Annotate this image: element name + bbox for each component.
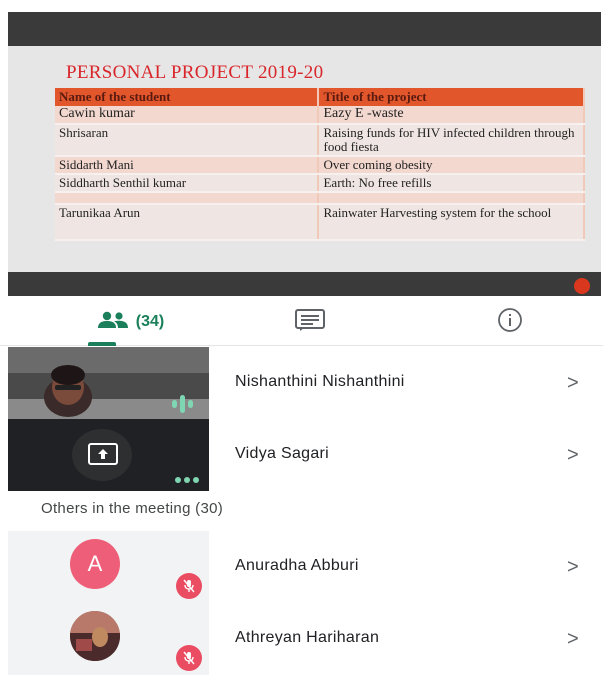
table-row: Tarunikaa Arun Rainwater Harvesting syst…: [55, 204, 585, 241]
table-cell: Rainwater Harvesting system for the scho…: [318, 204, 585, 241]
chevron-right-icon[interactable]: >: [567, 371, 583, 395]
participant-video-tile: [8, 347, 209, 419]
participant-tile: A: [8, 531, 209, 603]
avatar: A: [70, 539, 120, 589]
participant-name: Nishanthini Nishanthini: [235, 373, 405, 390]
tab-people[interactable]: (34): [60, 298, 200, 346]
participant-name: Athreyan Hariharan: [235, 629, 380, 646]
table-cell: Eazy E -waste: [318, 106, 585, 125]
table-cell: [318, 192, 585, 205]
participant-name: Vidya Sagari: [235, 445, 330, 462]
table-row: Siddarth Mani Over coming obesity: [55, 156, 585, 175]
project-table: Name of the student Title of the project…: [55, 88, 585, 241]
table-cell: [55, 192, 320, 205]
chevron-right-icon[interactable]: >: [567, 627, 583, 651]
chat-icon: [294, 308, 326, 337]
tab-bar: (34): [0, 298, 603, 346]
tab-info[interactable]: [470, 298, 550, 346]
table-cell: Cawin kumar: [55, 106, 320, 125]
participant-row[interactable]: Athreyan Hariharan >: [0, 603, 603, 675]
mic-off-icon: [176, 645, 202, 671]
slide: PERSONAL PROJECT 2019-20 Name of the stu…: [8, 46, 601, 294]
table-row: Siddharth Senthil kumar Earth: No free r…: [55, 174, 585, 193]
table-cell: Earth: No free refills: [318, 174, 585, 193]
slide-logo-icon: [574, 278, 590, 294]
participant-presenting-tile: [8, 419, 209, 491]
present-screen-icon: [88, 443, 118, 470]
tab-chat[interactable]: [270, 298, 350, 346]
speaking-indicator-icon: [170, 394, 196, 419]
participant-row[interactable]: A Anuradha Abburi >: [0, 531, 603, 603]
table-cell: Siddharth Senthil kumar: [55, 174, 320, 193]
mic-off-icon: [176, 573, 202, 599]
participant-name: Anuradha Abburi: [235, 557, 359, 574]
presentation-view[interactable]: PERSONAL PROJECT 2019-20 Name of the stu…: [8, 12, 601, 296]
active-tab-indicator: [88, 342, 116, 346]
info-icon: [497, 307, 523, 338]
people-icon: [96, 311, 130, 334]
table-header-title: Title of the project: [318, 88, 585, 106]
table-cell: Raising funds for HIV infected children …: [318, 124, 585, 157]
chevron-right-icon[interactable]: >: [567, 443, 583, 467]
chevron-right-icon[interactable]: >: [567, 555, 583, 579]
people-count: (34): [135, 313, 165, 330]
table-cell: Shrisaran: [55, 124, 320, 157]
table-header-name: Name of the student: [55, 88, 320, 106]
avatar: [70, 611, 120, 661]
table-cell: Siddarth Mani: [55, 156, 320, 175]
table-row: Shrisaran Raising funds for HIV infected…: [55, 124, 585, 157]
slide-title: PERSONAL PROJECT 2019-20: [66, 62, 324, 83]
table-cell: Tarunikaa Arun: [55, 204, 320, 241]
others-section-label: Others in the meeting (30): [41, 500, 224, 517]
participant-row[interactable]: Vidya Sagari >: [0, 419, 603, 491]
participant-tile: [8, 603, 209, 675]
participant-row[interactable]: Nishanthini Nishanthini >: [0, 347, 603, 419]
table-cell: Over coming obesity: [318, 156, 585, 175]
table-row: [55, 192, 585, 205]
table-row: Cawin kumar Eazy E -waste: [55, 106, 585, 125]
more-options-icon[interactable]: [174, 471, 200, 489]
